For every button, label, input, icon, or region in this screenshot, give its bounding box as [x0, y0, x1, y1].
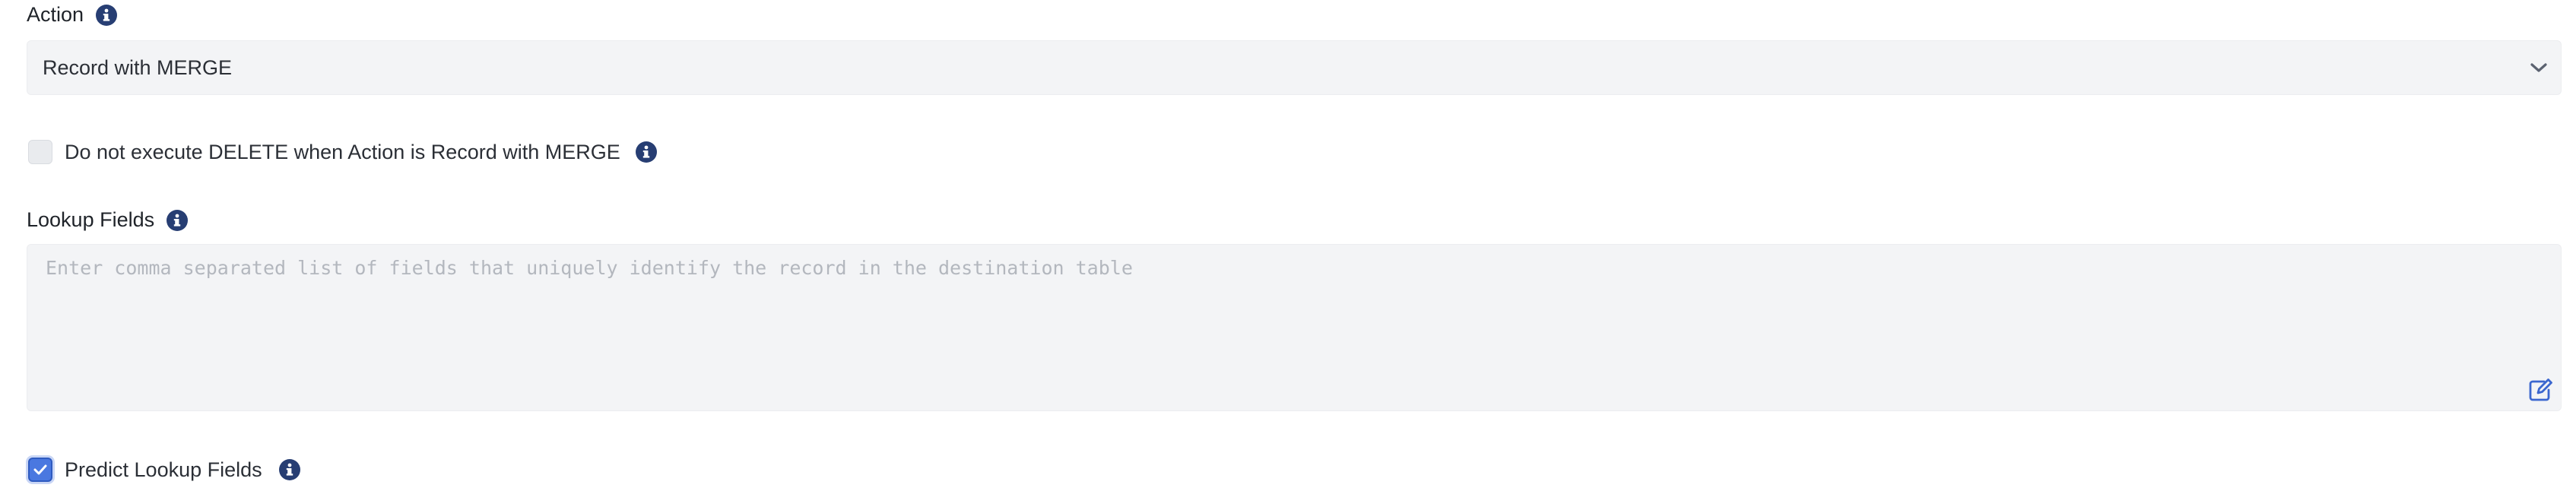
info-icon[interactable]	[96, 4, 118, 26]
action-select[interactable]: Record with MERGE	[27, 40, 2562, 95]
lookup-fields-placeholder: Enter comma separated list of fields tha…	[46, 257, 1133, 279]
predict-lookup-row: Predict Lookup Fields	[28, 458, 300, 482]
info-icon[interactable]	[167, 209, 189, 231]
skip-delete-checkbox[interactable]	[28, 140, 52, 164]
info-icon[interactable]	[278, 459, 300, 480]
skip-delete-row: Do not execute DELETE when Action is Rec…	[28, 140, 657, 164]
chevron-down-icon[interactable]	[2527, 56, 2550, 79]
lookup-fields-label: Lookup Fields	[27, 208, 155, 231]
action-label-row: Action	[27, 3, 118, 27]
lookup-fields-textarea[interactable]: Enter comma separated list of fields tha…	[27, 244, 2562, 411]
info-icon[interactable]	[635, 141, 657, 163]
predict-lookup-label[interactable]: Predict Lookup Fields	[65, 458, 262, 482]
lookup-fields-label-row: Lookup Fields	[27, 208, 189, 232]
predict-lookup-checkbox[interactable]	[28, 458, 52, 482]
action-label: Action	[27, 3, 84, 26]
action-select-value: Record with MERGE	[43, 55, 233, 79]
edit-icon[interactable]	[2526, 375, 2555, 404]
skip-delete-label[interactable]: Do not execute DELETE when Action is Rec…	[65, 141, 620, 164]
